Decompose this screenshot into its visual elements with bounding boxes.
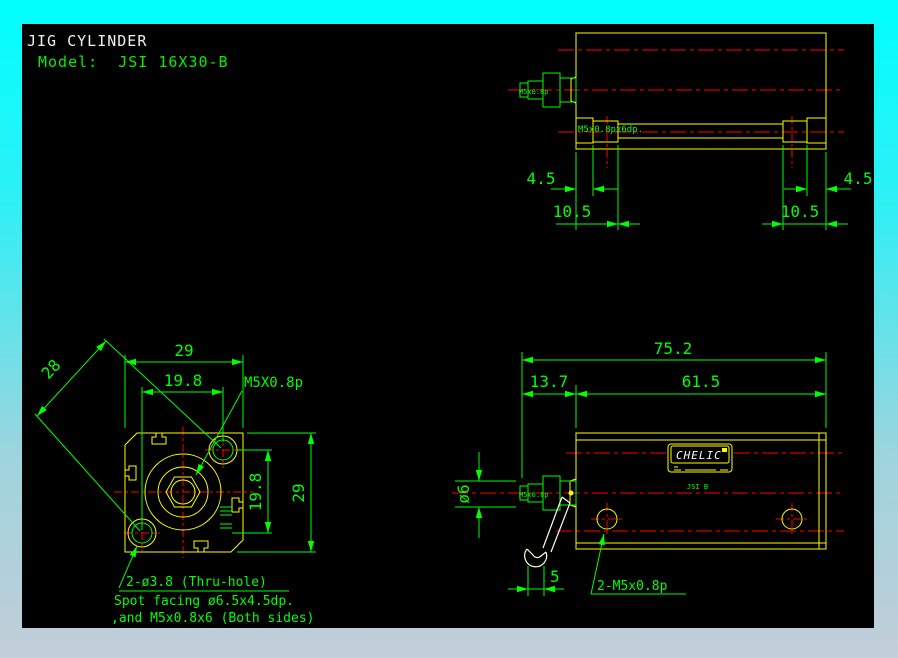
part-tag-text: JSI B: [687, 483, 708, 491]
drawing-title: JIG CYLINDER: [27, 32, 147, 50]
dim-body-height: 29: [289, 483, 308, 502]
cad-drawing: JIG CYLINDER Model: JSI 16X30-B M5x0.8p …: [22, 24, 874, 628]
brand-logo-text: CHELIC: [676, 449, 722, 462]
dim-rod-diameter: ø6: [454, 484, 473, 503]
dim-total-length: 75.2: [654, 339, 693, 358]
model-label: Model: JSI 16X30-B: [38, 53, 229, 71]
port-thread-label: 2-M5x0.8p: [597, 579, 668, 594]
drawing-sheet: [22, 24, 874, 628]
side-rod-thread-label: M5x0.8p: [519, 491, 549, 499]
dim-wrench-flat: 5: [550, 567, 560, 586]
dim-foot-pitch-left: 10.5: [553, 202, 592, 221]
hole-note-line2: Spot facing ø6.5x4.5dp.: [114, 594, 294, 609]
top-rod-thread-label: M5x0.8p: [519, 88, 549, 96]
dim-body-width: 29: [174, 341, 193, 360]
dim-bolt-spacing-h: 19.8: [164, 371, 203, 390]
dim-foot-offset-right: 4.5: [844, 169, 873, 188]
hole-note-line3: ,and M5x0.8x6 (Both sides): [111, 611, 315, 626]
dim-foot-offset-left: 4.5: [527, 169, 556, 188]
dim-rod-end: 13.7: [530, 372, 569, 391]
front-rod-thread-label: M5X0.8p: [244, 375, 303, 391]
hole-note-line1: 2-ø3.8 (Thru-hole): [126, 575, 267, 590]
dim-foot-pitch-right: 10.5: [781, 202, 820, 221]
dim-body-length: 61.5: [682, 372, 721, 391]
cad-window: JIG CYLINDER Model: JSI 16X30-B M5x0.8p …: [0, 0, 898, 658]
dim-bolt-spacing-v: 19.8: [246, 473, 265, 512]
plate-thread-label: M5x0.8px6dp.: [578, 125, 643, 135]
